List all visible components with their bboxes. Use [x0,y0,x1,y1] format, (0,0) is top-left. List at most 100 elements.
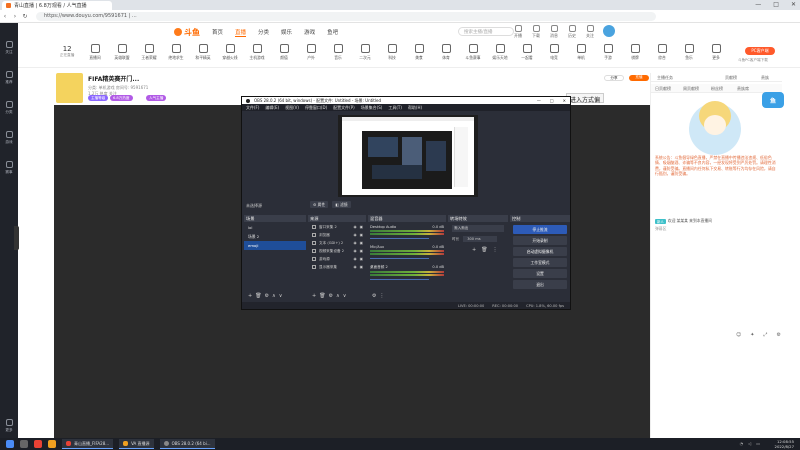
nav-fishbar[interactable]: 鱼吧 [327,28,338,36]
visibility-icon[interactable]: ◉ [353,249,356,253]
search-input[interactable]: 搜索主播/直播 [458,27,514,36]
category-item[interactable]: 颜值 [271,44,297,61]
remove-transition-icon[interactable]: 🗑 [481,247,487,253]
forward-icon[interactable]: › [10,13,20,20]
folder-icon[interactable] [48,440,56,448]
tab-fans[interactable]: 粉丝榜 [711,86,723,92]
recharge-button[interactable]: 充值 [629,75,649,81]
transition-menu-icon[interactable]: ⋮ [493,247,498,253]
category-item[interactable]: 娱乐天地 [487,44,513,61]
source-item[interactable]: 视频采集设备 2 ◉ ▣ [308,247,366,255]
obs-menu-item[interactable]: 视图(V) [285,105,299,111]
category-item[interactable]: 鱼乐 [676,44,702,61]
share-button[interactable]: 分享 [604,75,624,81]
control-button[interactable]: 开始录制 [513,236,567,245]
url-input[interactable]: https://www.douyu.com/9591671 | ... [36,11,656,21]
close-button[interactable]: ✕ [791,1,796,8]
tab-weekly[interactable]: 周贡献榜 [683,86,699,92]
visibility-icon[interactable]: ◉ [353,257,356,261]
obs-menu-item[interactable]: 文件(F) [246,105,259,111]
category-item[interactable]: 手游 [595,44,621,61]
obs-menu-item[interactable]: 场景集合(S) [361,105,383,111]
source-item[interactable]: 窗口采集 2 ◉ ▣ [308,223,366,231]
obs-menu-item[interactable]: 工具(T) [388,105,402,111]
transition-select[interactable]: 渐入渐出 [452,225,504,232]
gift-icon[interactable]: ✦ [750,332,754,338]
scene-item[interactable]: lol [244,223,306,232]
move-up-icon[interactable]: ∧ [272,293,276,299]
fullscreen-icon[interactable]: ⤢ [763,332,767,338]
source-item[interactable]: 显示器采集 ◉ ▣ [308,263,366,271]
nav-home[interactable]: 首页 [212,28,223,36]
lock-icon[interactable]: ▣ [360,249,363,253]
tab-daily[interactable]: 日贡献榜 [655,86,671,92]
category-item[interactable]: 棋牌 [622,44,648,61]
system-clock[interactable]: 12:08:55 2022/8/27 [775,439,794,449]
sidebar-collapse-handle[interactable] [14,226,19,250]
obs-maximize-button[interactable]: □ [550,98,554,103]
search-icon[interactable] [20,440,28,448]
header-download[interactable]: 下载 [528,25,544,39]
control-button[interactable]: 退出 [513,280,567,289]
volume-slider[interactable] [370,279,430,280]
add-source-icon[interactable]: + [312,293,316,299]
category-item[interactable]: 主机游戏 [244,44,270,61]
browser-icon[interactable] [34,440,42,448]
nav-entertainment[interactable]: 娱乐 [281,28,292,36]
scene-item[interactable]: 场景 2 [244,232,306,241]
user-avatar[interactable] [603,25,615,37]
back-icon[interactable]: ‹ [0,13,10,20]
tab-contrib[interactable]: 贡献榜 [725,75,737,81]
maximize-button[interactable]: □ [773,1,779,8]
category-item[interactable]: 穿越火线 [217,44,243,61]
category-item[interactable]: 更多 [703,44,729,61]
settings-icon[interactable]: ⚙ [776,332,780,338]
properties-button[interactable]: ⚙ 属性 [310,201,329,208]
control-button[interactable]: 停止推流 [513,225,567,234]
obs-menu-item[interactable]: 帮助(H) [408,105,422,111]
header-broadcast[interactable]: 开播 [510,25,526,39]
obs-close-button[interactable]: ✕ [563,98,566,103]
obs-menu-item[interactable]: 停靠窗口(D) [305,105,327,111]
nav-category[interactable]: 分类 [258,28,269,36]
source-item[interactable]: 游戏源 ◉ ▣ [308,255,366,263]
obs-minimize-button[interactable]: — [537,98,541,103]
sidebar-item-esports[interactable]: 赛事 [0,153,18,183]
category-item[interactable]: 综合 [649,44,675,61]
start-icon[interactable] [6,440,14,448]
sidebar-item-follow[interactable]: 关注 [0,33,18,63]
visibility-icon[interactable]: ◉ [353,225,356,229]
category-item[interactable]: 和平精英 [190,44,216,61]
visibility-icon[interactable]: ◉ [353,265,356,269]
header-follow[interactable]: 关注 [582,25,598,39]
site-logo[interactable]: 斗鱼 [174,27,200,38]
category-item[interactable]: 户外 [298,44,324,61]
category-item[interactable]: 体育 [433,44,459,61]
lock-icon[interactable]: ▣ [360,257,363,261]
nav-live[interactable]: 直播 [235,28,247,37]
move-down-icon[interactable]: ∨ [343,293,347,299]
mixer-settings-icon[interactable]: ⚙ [372,293,376,299]
sidebar-item-recommend[interactable]: 推荐 [0,63,18,93]
sidebar-item-category[interactable]: 分类 [0,93,18,123]
scene-item[interactable]: emoji [244,241,306,250]
remove-scene-icon[interactable]: 🗑 [255,293,261,299]
taskbar-app-browser[interactable]: 青山直播_FIFA28... [62,439,114,449]
source-item[interactable]: 文本 (GDI+) 2 ◉ ▣ [308,239,366,247]
emoji-icon[interactable]: ☺ [736,332,741,338]
sidebar-item-game[interactable]: 游戏 [0,123,18,153]
header-message[interactable]: 消息 [546,25,562,39]
category-item[interactable]: 单机 [568,44,594,61]
volume-slider[interactable] [370,258,430,259]
nav-game[interactable]: 游戏 [304,28,315,36]
move-down-icon[interactable]: ∨ [279,293,283,299]
control-button[interactable]: 设置 [513,269,567,278]
taskbar-app-obs[interactable]: OBS 28.0.2 (64 bi... [159,439,215,449]
filters-button[interactable]: ◧ 滤镜 [332,201,351,208]
lock-icon[interactable]: ▣ [360,233,363,237]
tab-noble-seat[interactable]: 贵族席 [737,86,749,92]
category-item[interactable]: 王者荣耀 [136,44,162,61]
pc-client-button[interactable]: PC客户端 [745,47,775,55]
tab-task[interactable]: 主播任务 [657,75,673,81]
reload-icon[interactable]: ↻ [20,13,30,20]
